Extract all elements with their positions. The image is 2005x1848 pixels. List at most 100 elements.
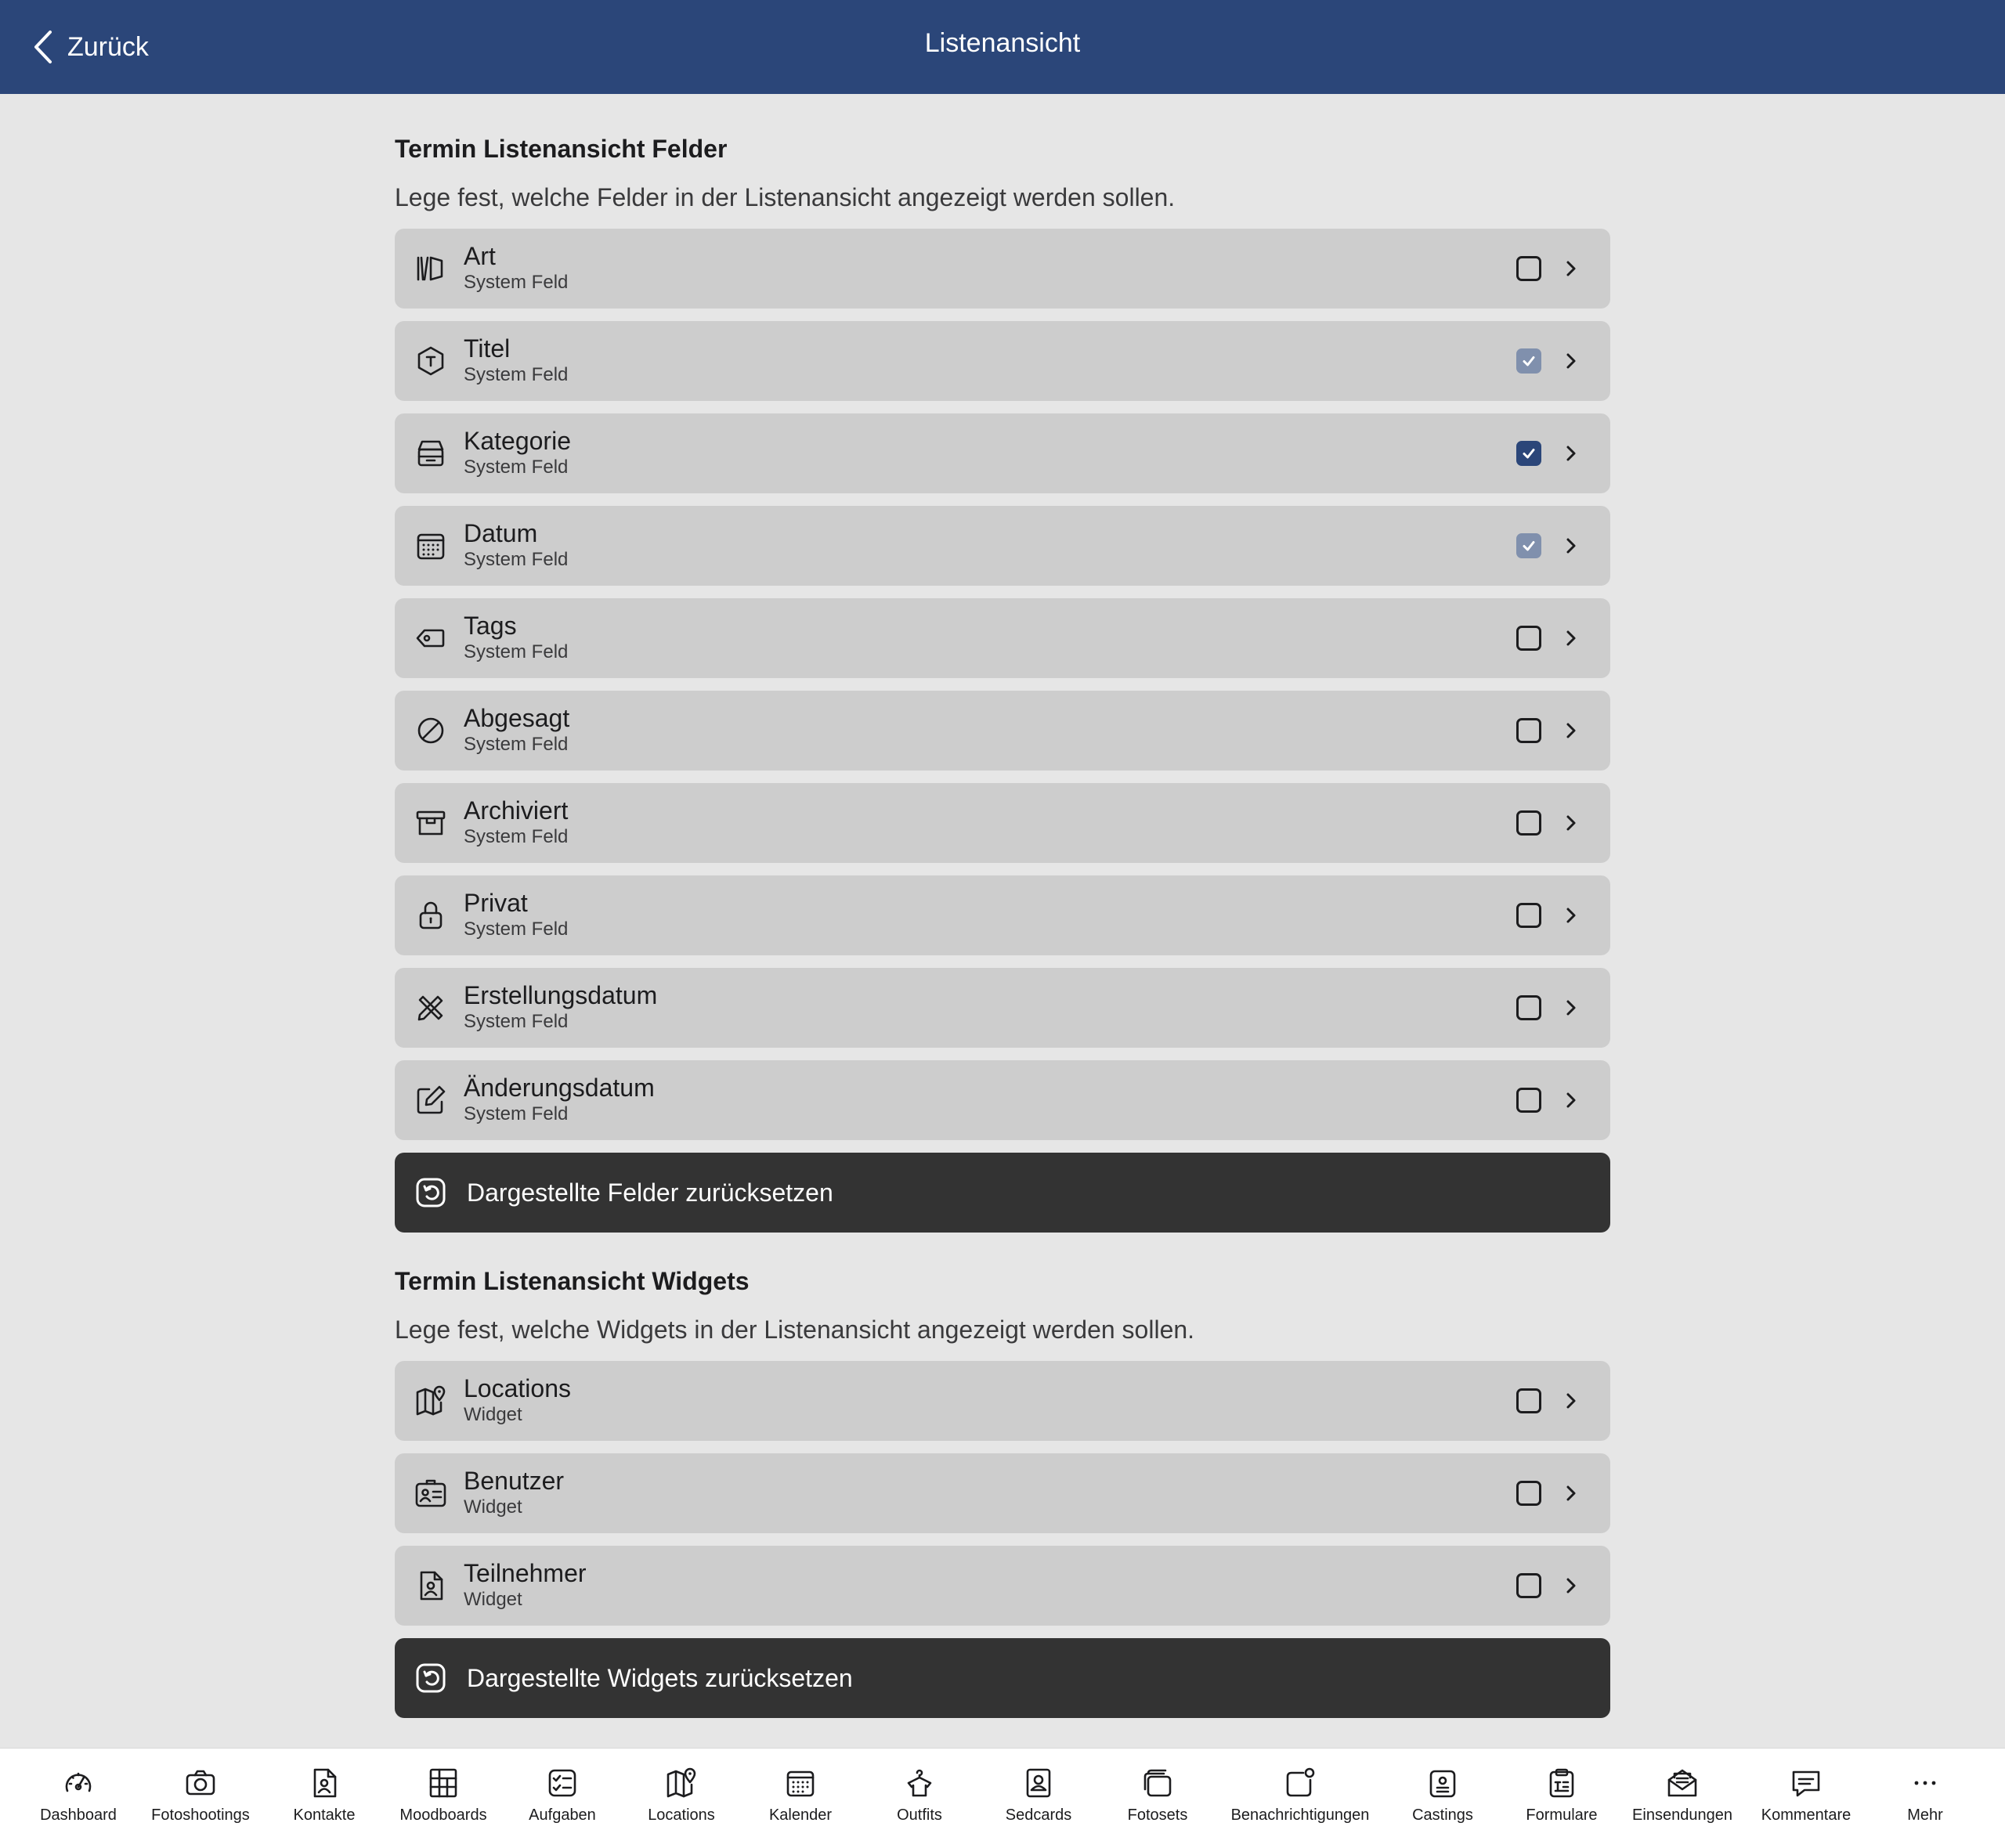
reset-fields-label: Dargestellte Felder zurücksetzen (467, 1178, 833, 1207)
list-item-teilnehmer[interactable]: Teilnehmer Widget (395, 1546, 1610, 1626)
list-item-text: Art System Feld (464, 241, 568, 294)
contact-file-icon (313, 1768, 337, 1798)
chevron-right-icon[interactable] (1563, 1088, 1579, 1112)
list-item-subtitle: System Feld (464, 1103, 569, 1124)
visibility-checkbox[interactable] (1516, 441, 1541, 466)
checklist-icon (548, 1769, 576, 1797)
visibility-checkbox[interactable] (1516, 810, 1541, 836)
list-item-title: Erstellungsdatum (464, 981, 658, 1009)
edit-square-icon (414, 1083, 448, 1117)
chevron-right-icon[interactable] (1563, 442, 1579, 465)
visibility-checkbox[interactable] (1516, 1088, 1541, 1113)
list-item-text: Abgesagt System Feld (464, 703, 569, 756)
list-item-benutzer[interactable]: Benutzer Widget (395, 1453, 1610, 1533)
list-item-subtitle: System Feld (464, 734, 569, 755)
chevron-right-icon[interactable] (1563, 534, 1579, 558)
hexagon-t-icon (414, 344, 448, 378)
list-item-title: Abgesagt (464, 704, 570, 732)
visibility-checkbox[interactable] (1516, 533, 1541, 558)
chevron-right-icon[interactable] (1563, 996, 1579, 1020)
notification-badge-icon (1286, 1767, 1315, 1797)
list-item-text: Titel System Feld (464, 334, 568, 387)
pencil-ruler-icon (414, 991, 448, 1025)
list-item-titel[interactable]: Titel System Feld (395, 321, 1610, 401)
visibility-checkbox[interactable] (1516, 903, 1541, 928)
chevron-right-icon[interactable] (1563, 626, 1579, 650)
visibility-checkbox[interactable] (1516, 995, 1541, 1020)
list-item-title: Archiviert (464, 796, 569, 825)
list-item-text: Benutzer Widget (464, 1466, 564, 1519)
list-item-subtitle: System Feld (464, 364, 569, 385)
list-item-text: Archiviert System Feld (464, 796, 568, 849)
navigation-bar: Zurück Listenansicht (0, 0, 2005, 94)
clipboard-icon (1549, 1768, 1574, 1798)
list-item-subtitle: Widget (464, 1496, 522, 1518)
list-item-erstellungsdatum[interactable]: Erstellungsdatum System Feld (395, 968, 1610, 1048)
columns-icon (414, 251, 448, 286)
chevron-right-icon[interactable] (1563, 1389, 1579, 1413)
list-item-locations[interactable]: Locations Widget (395, 1361, 1610, 1441)
checkmark-icon (1523, 541, 1535, 551)
list-item-text: Kategorie System Feld (464, 426, 571, 479)
chevron-right-icon[interactable] (1563, 904, 1579, 927)
list-item-datum[interactable]: Datum System Feld (395, 506, 1610, 586)
camera-icon (186, 1770, 215, 1796)
shirt-hanger-icon (907, 1769, 932, 1797)
list-item-title: Änderungsdatum (464, 1074, 655, 1102)
list-item-title: Titel (464, 334, 511, 363)
checkmark-icon (1523, 449, 1535, 459)
id-badge-icon (1429, 1770, 1456, 1798)
visibility-checkbox[interactable] (1516, 1481, 1541, 1506)
chevron-right-icon[interactable] (1563, 811, 1579, 835)
fields-list: Art System Feld Titel System Feld Kategorie S… (395, 229, 1610, 1140)
chevron-right-icon[interactable] (1563, 719, 1579, 742)
list-item-title: Tags (464, 612, 517, 640)
list-item-text: Privat System Feld (464, 888, 568, 941)
list-item-title: Kategorie (464, 427, 571, 455)
visibility-checkbox[interactable] (1516, 718, 1541, 743)
lock-icon (414, 898, 448, 933)
list-item-title: Privat (464, 889, 528, 917)
list-item-title: Benutzer (464, 1467, 565, 1495)
map-pin-icon (414, 1384, 448, 1418)
list-item-subtitle: Widget (464, 1589, 522, 1610)
reset-widgets-button[interactable]: Dargestellte Widgets zurücksetzen (395, 1638, 1610, 1718)
page-title: Listenansicht (924, 28, 1081, 58)
visibility-checkbox[interactable] (1516, 1573, 1541, 1598)
grid-icon (429, 1768, 457, 1798)
gauge-icon (65, 1772, 92, 1792)
chevron-right-icon[interactable] (1563, 1574, 1579, 1597)
visibility-checkbox[interactable] (1516, 1388, 1541, 1413)
list-item-title: Teilnehmer (464, 1559, 587, 1587)
list-item-änderungsdatum[interactable]: Änderungsdatum System Feld (395, 1060, 1610, 1140)
list-item-subtitle: System Feld (464, 457, 569, 478)
list-item-tags[interactable]: Tags System Feld (395, 598, 1610, 678)
visibility-checkbox[interactable] (1516, 626, 1541, 651)
list-item-text: Datum System Feld (464, 518, 568, 572)
list-item-art[interactable]: Art System Feld (395, 229, 1610, 309)
list-item-archiviert[interactable]: Archiviert System Feld (395, 783, 1610, 863)
chevron-right-icon[interactable] (1563, 349, 1579, 373)
list-item-text: Locations Widget (464, 1373, 571, 1427)
reset-fields-button[interactable]: Dargestellte Felder zurücksetzen (395, 1153, 1610, 1233)
id-card-icon (414, 1476, 448, 1511)
stacked-cards-icon (1143, 1769, 1172, 1797)
checkmark-icon (1523, 356, 1535, 366)
tray-icon (414, 436, 448, 471)
comment-icon (1792, 1770, 1820, 1797)
list-item-abgesagt[interactable]: Abgesagt System Feld (395, 691, 1610, 771)
tab-benachrichtigungen[interactable]: Benachrichtigungen (1222, 1766, 1378, 1844)
chevron-right-icon[interactable] (1563, 1482, 1579, 1505)
list-item-kategorie[interactable]: Kategorie System Feld (395, 413, 1610, 493)
list-item-text: Tags System Feld (464, 611, 568, 664)
chevron-right-icon[interactable] (1563, 257, 1579, 280)
reset-icon (416, 1663, 446, 1693)
tab-mehr[interactable]: Mehr (1847, 1766, 2003, 1844)
tab-fotosets[interactable]: Fotosets (1079, 1766, 1236, 1844)
list-item-subtitle: Widget (464, 1404, 522, 1425)
visibility-checkbox[interactable] (1516, 256, 1541, 281)
list-item-privat[interactable]: Privat System Feld (395, 875, 1610, 955)
visibility-checkbox[interactable] (1516, 348, 1541, 374)
reset-widgets-label: Dargestellte Widgets zurücksetzen (467, 1664, 853, 1692)
widgets-section-description: Lege fest, welche Widgets in der Listena… (395, 1316, 1195, 1344)
